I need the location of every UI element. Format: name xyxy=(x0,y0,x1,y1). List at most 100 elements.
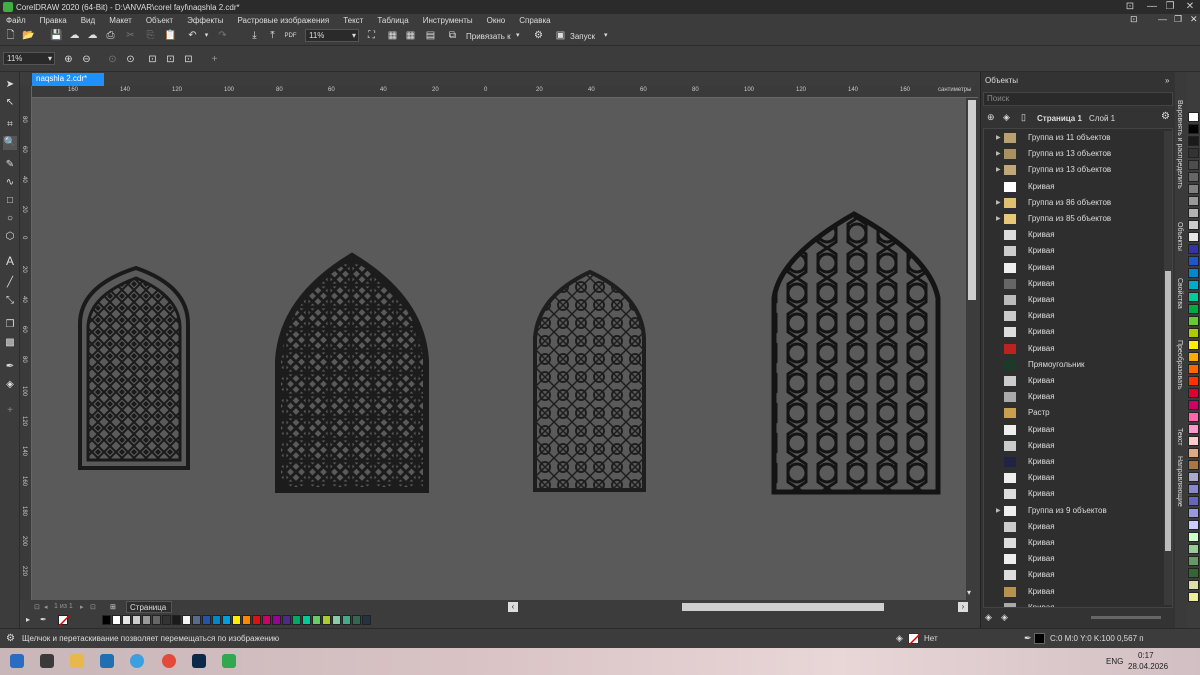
drawing-canvas[interactable] xyxy=(32,98,966,600)
horizontal-scrollbar[interactable]: ‹ › xyxy=(506,601,978,613)
save-icon[interactable]: 💾 xyxy=(50,30,63,42)
object-row[interactable]: Кривая xyxy=(988,535,1164,551)
zoom-page-icon[interactable]: ⊡ xyxy=(146,54,159,66)
doc-close-button[interactable]: ✕ xyxy=(1190,14,1198,25)
vertical-ruler[interactable]: 80 60 40 20 0 20 40 60 80 100 120 140 160 180 200 220 xyxy=(20,86,32,600)
color-swatch[interactable] xyxy=(1188,244,1199,254)
new-layer-icon[interactable]: ◈ xyxy=(985,612,992,623)
object-row[interactable]: Кривая xyxy=(988,486,1164,502)
publish-pdf-icon[interactable]: PDF xyxy=(284,30,297,42)
pick-tool-icon[interactable]: ➤ xyxy=(3,78,17,92)
color-swatch[interactable] xyxy=(1188,424,1199,434)
new-document-icon[interactable]: 🗋 xyxy=(4,30,17,42)
color-swatch[interactable] xyxy=(232,615,241,625)
color-swatch[interactable] xyxy=(1188,112,1199,122)
color-swatch[interactable] xyxy=(262,615,271,625)
restore-layout-icon[interactable]: ⊡ xyxy=(1120,0,1140,14)
telegram-icon[interactable] xyxy=(130,654,144,668)
copy-icon[interactable]: ⎘ xyxy=(144,30,157,42)
color-swatch[interactable] xyxy=(1188,280,1199,290)
object-row[interactable]: Кривая xyxy=(988,438,1164,454)
color-swatch[interactable] xyxy=(282,615,291,625)
import-icon[interactable]: ⤓ xyxy=(248,30,261,42)
menu-edit[interactable]: Правка xyxy=(40,16,67,25)
docker-zoom-slider[interactable] xyxy=(1091,616,1161,619)
start-windows-icon[interactable] xyxy=(10,654,24,668)
color-swatch[interactable] xyxy=(1188,304,1199,314)
scroll-right-icon[interactable]: › xyxy=(958,602,968,612)
expand-arrow-icon[interactable]: ▶ xyxy=(996,195,1001,211)
object-row[interactable]: Кривая xyxy=(988,276,1164,292)
zoom-out-icon[interactable]: ⊖ xyxy=(80,54,93,66)
docker-collapse-icon[interactable]: » xyxy=(1165,76,1169,85)
rectangle-tool-icon[interactable]: □ xyxy=(3,194,17,208)
color-swatch[interactable] xyxy=(212,615,221,625)
color-swatch[interactable] xyxy=(1188,592,1199,602)
artistic-media-icon[interactable]: ∿ xyxy=(3,176,17,190)
color-swatch[interactable] xyxy=(1188,412,1199,422)
vertical-scroll-thumb[interactable] xyxy=(968,100,976,300)
menu-file[interactable]: Файл xyxy=(6,16,26,25)
dimension-tool-icon[interactable]: ╱ xyxy=(3,276,17,290)
object-row[interactable]: Кривая xyxy=(988,292,1164,308)
options-gear-icon[interactable]: ⚙ xyxy=(532,30,545,42)
horizontal-scroll-thumb[interactable] xyxy=(682,603,884,611)
text-tool-icon[interactable]: A xyxy=(3,254,17,268)
expand-arrow-icon[interactable]: ▶ xyxy=(996,211,1001,227)
object-row[interactable]: Кривая xyxy=(988,551,1164,567)
color-swatch[interactable] xyxy=(202,615,211,625)
menu-help[interactable]: Справка xyxy=(519,16,550,25)
tab-properties[interactable]: Свойства xyxy=(1176,278,1183,309)
color-swatch[interactable] xyxy=(1188,160,1199,170)
color-swatch[interactable] xyxy=(1188,472,1199,482)
object-row[interactable]: Кривая xyxy=(988,227,1164,243)
zoom-selected-icon[interactable]: ⊙ xyxy=(106,54,119,66)
docker-layer-label[interactable]: Слой 1 xyxy=(1089,114,1115,123)
export-icon[interactable]: ⤒ xyxy=(266,30,279,42)
last-page-icon[interactable]: ⊡ xyxy=(90,603,96,611)
object-row[interactable]: ▶ Группа из 13 объектов xyxy=(988,162,1164,178)
show-guidelines-icon[interactable]: ▤ xyxy=(424,30,437,42)
photoshop-icon[interactable] xyxy=(192,654,206,668)
zoom-tool-icon[interactable]: 🔍 xyxy=(3,136,17,150)
docker-page-label[interactable]: Страница 1 xyxy=(1037,114,1082,123)
color-swatch[interactable] xyxy=(1188,400,1199,410)
doc-restore-button[interactable]: ❐ xyxy=(1174,14,1182,25)
zoom-page-width-icon[interactable]: ⊡ xyxy=(164,54,177,66)
cloud-upload-icon[interactable]: ☁ xyxy=(68,30,81,42)
eyedropper-tool-icon[interactable]: ✒ xyxy=(3,360,17,374)
prop-zoom-combo[interactable]: 11% ▾ xyxy=(3,52,55,65)
object-row[interactable]: Кривая xyxy=(988,373,1164,389)
color-swatch[interactable] xyxy=(1188,532,1199,542)
object-row[interactable]: Кривая xyxy=(988,179,1164,195)
snap-to-dropdown[interactable]: Привязать к xyxy=(466,32,511,41)
color-swatch[interactable] xyxy=(322,615,331,625)
color-swatch[interactable] xyxy=(102,615,111,625)
scroll-left-icon[interactable]: ‹ xyxy=(508,602,518,612)
object-row[interactable]: Кривая xyxy=(988,308,1164,324)
no-fill-swatch[interactable] xyxy=(908,633,921,646)
page-tab-1[interactable]: Страница 1 xyxy=(126,601,172,621)
tab-guidelines[interactable]: Направляющие xyxy=(1176,456,1183,507)
color-swatch[interactable] xyxy=(1188,256,1199,266)
doc-minimize-button[interactable]: — xyxy=(1158,14,1167,24)
color-swatch[interactable] xyxy=(1188,340,1199,350)
expand-arrow-icon[interactable]: ▶ xyxy=(996,162,1001,178)
color-swatch[interactable] xyxy=(192,615,201,625)
color-swatch[interactable] xyxy=(1188,508,1199,518)
object-row[interactable]: Кривая xyxy=(988,422,1164,438)
redo-icon[interactable]: ↷ xyxy=(216,30,229,42)
color-swatch[interactable] xyxy=(302,615,311,625)
color-swatch[interactable] xyxy=(182,615,191,625)
fill-bucket-icon[interactable]: ◈ xyxy=(896,633,903,644)
color-swatch[interactable] xyxy=(1188,568,1199,578)
object-row[interactable]: ▶ Группа из 86 объектов xyxy=(988,195,1164,211)
undo-icon[interactable]: ↶ xyxy=(186,30,199,42)
color-swatch[interactable] xyxy=(352,615,361,625)
object-row[interactable]: Кривая xyxy=(988,260,1164,276)
object-row[interactable]: Кривая xyxy=(988,454,1164,470)
first-page-icon[interactable]: ⊡ xyxy=(34,603,40,611)
color-swatch[interactable] xyxy=(242,615,251,625)
fullscreen-preview-icon[interactable]: ⛶ xyxy=(365,30,378,42)
layers-icon[interactable]: ◈ xyxy=(1003,112,1010,123)
